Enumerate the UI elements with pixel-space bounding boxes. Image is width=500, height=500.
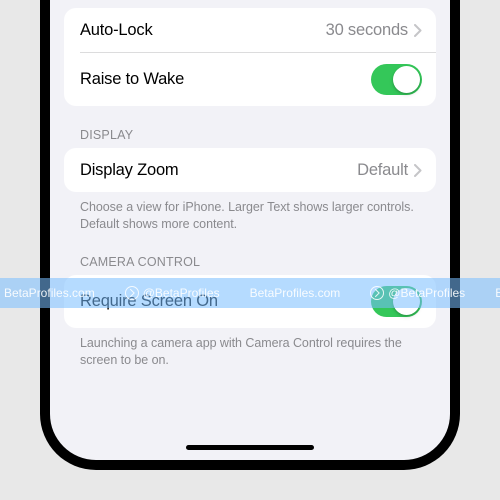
home-indicator[interactable] xyxy=(186,445,314,450)
settings-group-display: Display Zoom Default xyxy=(64,148,436,192)
raise-to-wake-switch[interactable] xyxy=(371,64,422,95)
section-footer-camera: Launching a camera app with Camera Contr… xyxy=(64,328,436,369)
auto-lock-value: 30 seconds xyxy=(326,21,408,40)
row-raise-to-wake: Raise to Wake xyxy=(80,52,436,106)
screen: Auto-Lock 30 seconds Raise to Wake DISPL… xyxy=(50,0,450,460)
chevron-right-icon xyxy=(414,164,422,177)
settings-group-lock: Auto-Lock 30 seconds Raise to Wake xyxy=(64,8,436,106)
device-frame: Auto-Lock 30 seconds Raise to Wake DISPL… xyxy=(40,0,460,470)
row-require-screen-on: Require Screen On xyxy=(64,275,436,328)
raise-to-wake-label: Raise to Wake xyxy=(80,70,184,89)
row-display-zoom[interactable]: Display Zoom Default xyxy=(64,148,436,192)
auto-lock-label: Auto-Lock xyxy=(80,21,153,40)
section-header-camera: CAMERA CONTROL xyxy=(64,233,436,275)
chevron-right-icon xyxy=(414,24,422,37)
display-zoom-value: Default xyxy=(357,161,408,180)
require-screen-on-switch[interactable] xyxy=(371,286,422,317)
settings-group-camera: Require Screen On xyxy=(64,275,436,328)
section-footer-display: Choose a view for iPhone. Larger Text sh… xyxy=(64,192,436,233)
require-screen-on-label: Require Screen On xyxy=(80,292,218,311)
watermark-text: BetaProfiles.com xyxy=(495,286,500,300)
section-header-display: DISPLAY xyxy=(64,106,436,148)
row-auto-lock[interactable]: Auto-Lock 30 seconds xyxy=(64,8,436,52)
display-zoom-label: Display Zoom xyxy=(80,161,178,180)
